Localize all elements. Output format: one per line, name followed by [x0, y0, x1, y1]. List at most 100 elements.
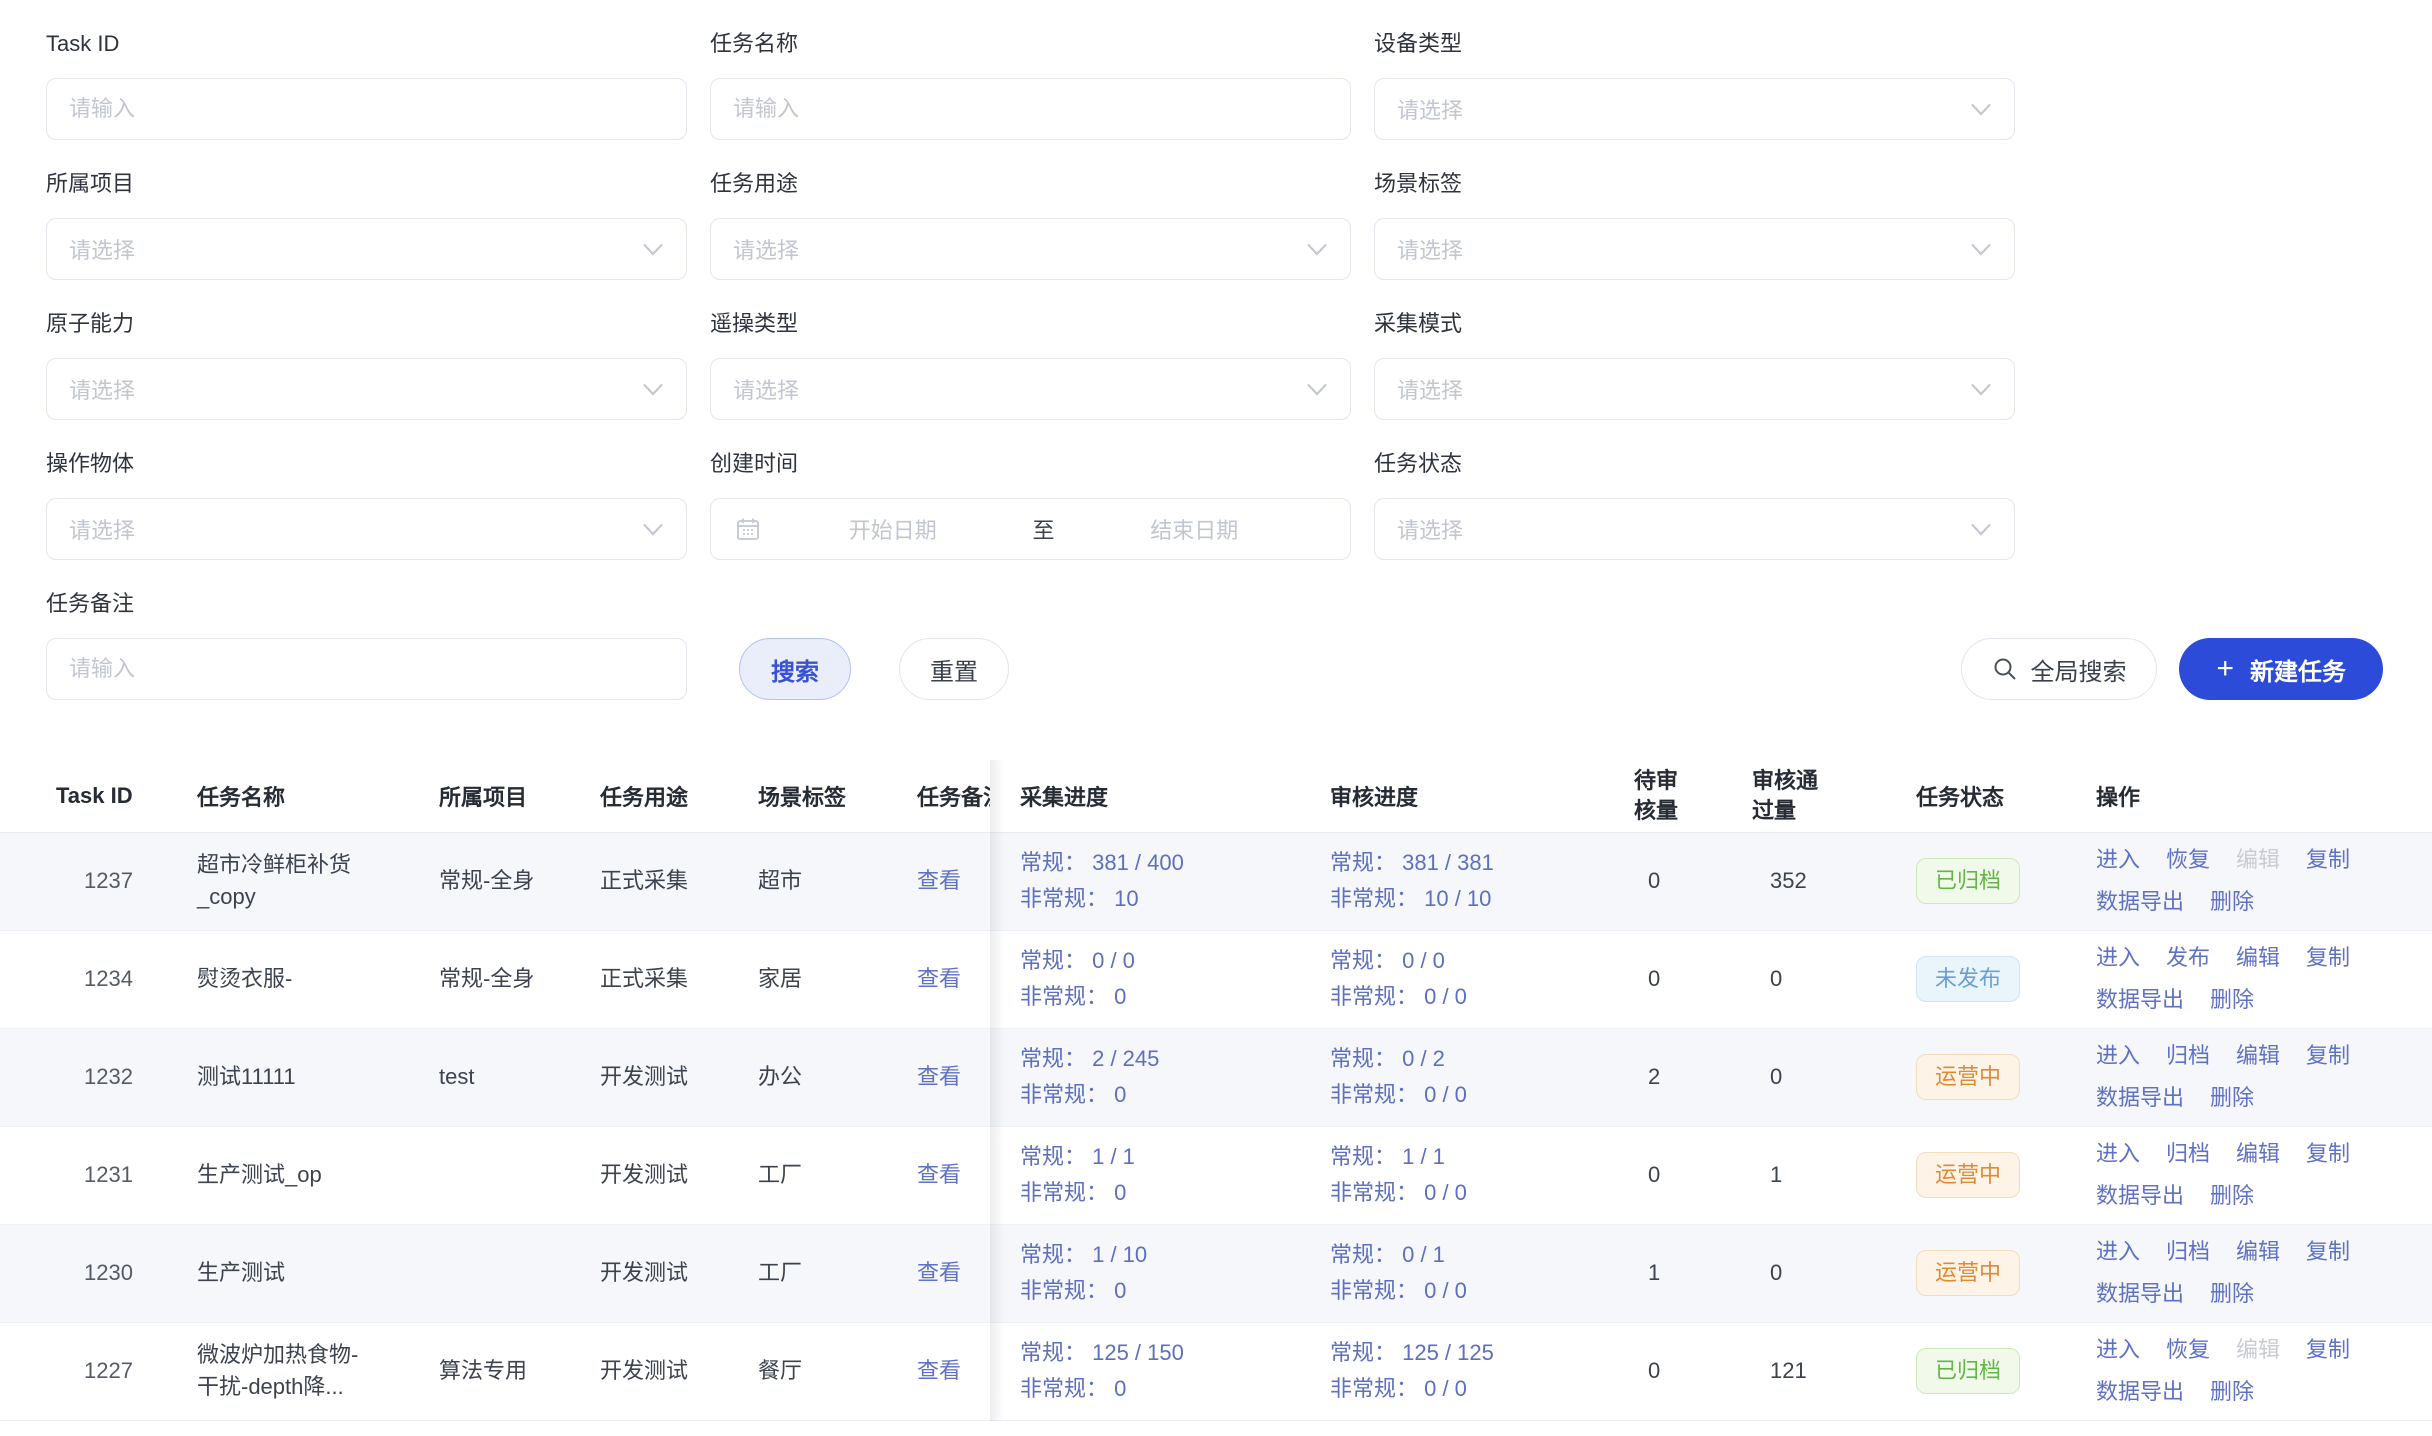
cell-purpose: 正式采集	[537, 930, 697, 1028]
action-export[interactable]: 数据导出	[2096, 1375, 2184, 1409]
chevron-down-icon	[1306, 243, 1328, 256]
status-badge: 已归档	[1916, 858, 2020, 904]
purpose-select[interactable]: 请选择	[710, 218, 1351, 280]
action-archive[interactable]: 归档	[2166, 1137, 2210, 1171]
action-copy[interactable]: 复制	[2306, 1137, 2350, 1171]
action-export[interactable]: 数据导出	[2096, 1277, 2184, 1311]
status-badge: 运营中	[1916, 1152, 2020, 1198]
action-edit[interactable]: 编辑	[2236, 1137, 2280, 1171]
col-collect: 采集进度	[990, 760, 1328, 832]
atomic-ability-select[interactable]: 请选择	[46, 358, 687, 420]
task-id-input[interactable]	[46, 78, 687, 140]
review-progress: 常规： 1 / 1非常规： 0 / 0	[1330, 1139, 1632, 1211]
action-enter[interactable]: 进入	[2096, 1137, 2140, 1171]
action-edit[interactable]: 编辑	[2236, 1333, 2280, 1367]
select-placeholder: 请选择	[1397, 93, 1970, 125]
cell-name: 生产测试	[135, 1224, 377, 1322]
action-delete[interactable]: 删除	[2210, 983, 2254, 1017]
cell-purpose: 开发测试	[537, 1028, 697, 1126]
col-purpose: 任务用途	[537, 760, 697, 832]
task-remark-input[interactable]	[46, 638, 687, 700]
view-remark-link[interactable]: 查看	[917, 1260, 961, 1285]
view-remark-link[interactable]: 查看	[917, 1358, 961, 1383]
task-name-input[interactable]	[710, 78, 1351, 140]
table-row: 1234 熨烫衣服- 常规-全身 正式采集 家居 查看 常规： 0 / 0非常规…	[0, 930, 2432, 1028]
date-separator: 至	[1025, 513, 1063, 545]
chevron-down-icon	[1970, 383, 1992, 396]
device-type-select[interactable]: 请选择	[1374, 78, 2015, 140]
action-publish[interactable]: 发布	[2166, 941, 2210, 975]
start-date-placeholder[interactable]: 开始日期	[761, 513, 1025, 545]
end-date-placeholder[interactable]: 结束日期	[1063, 513, 1327, 545]
action-enter[interactable]: 进入	[2096, 941, 2140, 975]
action-export[interactable]: 数据导出	[2096, 1179, 2184, 1213]
operate-object-select[interactable]: 请选择	[46, 498, 687, 560]
view-remark-link[interactable]: 查看	[917, 966, 961, 991]
view-remark-link[interactable]: 查看	[917, 1162, 961, 1187]
filter-field-purpose: 任务用途 请选择	[710, 170, 1351, 280]
cell-task-id: 1231	[0, 1126, 135, 1224]
action-archive[interactable]: 归档	[2166, 1039, 2210, 1073]
cell-name: 微波炉加热食物-干扰-depth降...	[135, 1322, 377, 1420]
cell-purpose: 正式采集	[537, 832, 697, 930]
filter-field-collect-mode: 采集模式 请选择	[1374, 310, 2015, 420]
action-delete[interactable]: 删除	[2210, 1081, 2254, 1115]
action-edit[interactable]: 编辑	[2236, 1235, 2280, 1269]
select-placeholder: 请选择	[1397, 513, 1970, 545]
row-actions: 进入 恢复 编辑 复制 数据导出 删除	[2096, 843, 2390, 919]
scene-tag-select[interactable]: 请选择	[1374, 218, 2015, 280]
select-placeholder: 请选择	[69, 233, 642, 265]
reset-button[interactable]: 重置	[899, 638, 1009, 700]
task-status-select[interactable]: 请选择	[1374, 498, 2015, 560]
action-export[interactable]: 数据导出	[2096, 1081, 2184, 1115]
action-copy[interactable]: 复制	[2306, 1333, 2350, 1367]
action-enter[interactable]: 进入	[2096, 1333, 2140, 1367]
action-export[interactable]: 数据导出	[2096, 885, 2184, 919]
action-export[interactable]: 数据导出	[2096, 983, 2184, 1017]
plus-icon: +	[2216, 654, 2234, 684]
action-copy[interactable]: 复制	[2306, 1235, 2350, 1269]
action-edit[interactable]: 编辑	[2236, 941, 2280, 975]
action-copy[interactable]: 复制	[2306, 843, 2350, 877]
action-archive[interactable]: 归档	[2166, 1235, 2210, 1269]
task-name-label: 任务名称	[710, 30, 1351, 58]
cell-task-id: 1227	[0, 1322, 135, 1420]
col-remark: 任务备注	[855, 760, 990, 832]
new-task-button[interactable]: + 新建任务	[2179, 638, 2383, 700]
action-enter[interactable]: 进入	[2096, 1039, 2140, 1073]
action-edit[interactable]: 编辑	[2236, 843, 2280, 877]
action-delete[interactable]: 删除	[2210, 1277, 2254, 1311]
action-restore[interactable]: 恢复	[2166, 843, 2210, 877]
col-task-id: Task ID	[0, 760, 135, 832]
project-select[interactable]: 请选择	[46, 218, 687, 280]
cell-pending: 0	[1632, 1126, 1750, 1224]
create-time-range-picker[interactable]: 开始日期 至 结束日期	[710, 498, 1351, 560]
filter-field-operate-object: 操作物体 请选择	[46, 450, 687, 560]
action-delete[interactable]: 删除	[2210, 1179, 2254, 1213]
action-delete[interactable]: 删除	[2210, 885, 2254, 919]
cell-name: 生产测试_op	[135, 1126, 377, 1224]
operate-object-label: 操作物体	[46, 450, 687, 478]
collect-mode-select[interactable]: 请选择	[1374, 358, 2015, 420]
col-pending: 待审核量	[1632, 760, 1750, 832]
global-search-button[interactable]: 全局搜索	[1961, 638, 2157, 700]
scene-tag-label: 场景标签	[1374, 170, 2015, 198]
view-remark-link[interactable]: 查看	[917, 1064, 961, 1089]
action-copy[interactable]: 复制	[2306, 1039, 2350, 1073]
action-copy[interactable]: 复制	[2306, 941, 2350, 975]
cell-task-id: 1234	[0, 930, 135, 1028]
cell-passed: 121	[1750, 1322, 1914, 1420]
cell-purpose: 开发测试	[537, 1126, 697, 1224]
action-enter[interactable]: 进入	[2096, 843, 2140, 877]
search-button[interactable]: 搜索	[739, 638, 851, 700]
chevron-down-icon	[1970, 523, 1992, 536]
review-progress: 常规： 381 / 381非常规： 10 / 10	[1330, 845, 1632, 917]
view-remark-link[interactable]: 查看	[917, 868, 961, 893]
action-restore[interactable]: 恢复	[2166, 1333, 2210, 1367]
filter-field-task-name: 任务名称	[710, 30, 1351, 140]
filter-field-project: 所属项目 请选择	[46, 170, 687, 280]
teleop-type-select[interactable]: 请选择	[710, 358, 1351, 420]
action-delete[interactable]: 删除	[2210, 1375, 2254, 1409]
action-enter[interactable]: 进入	[2096, 1235, 2140, 1269]
action-edit[interactable]: 编辑	[2236, 1039, 2280, 1073]
